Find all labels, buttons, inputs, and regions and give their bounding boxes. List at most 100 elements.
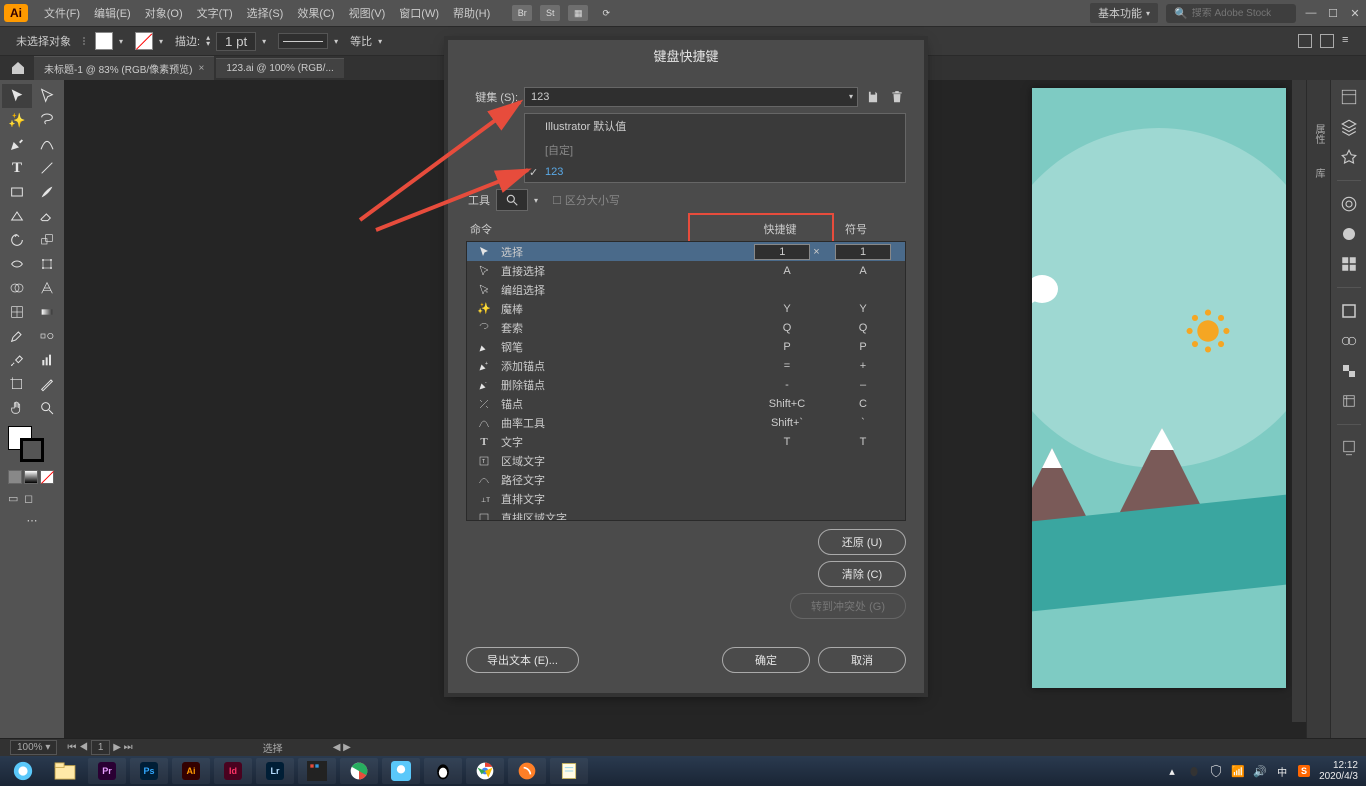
clear-button[interactable]: 清除 (C) xyxy=(818,561,906,587)
scale-tool[interactable] xyxy=(32,228,62,252)
cmd-row-direct-selection[interactable]: 直接选择AA xyxy=(467,261,905,280)
menu-select[interactable]: 选择(S) xyxy=(241,1,290,25)
taskbar-app-4[interactable] xyxy=(508,758,546,784)
taskbar-chrome-icon[interactable] xyxy=(466,758,504,784)
taskbar-app-1[interactable] xyxy=(298,758,336,784)
cmd-row-area-type[interactable]: T区域文字 xyxy=(467,451,905,470)
gpu-icon[interactable]: ⟳ xyxy=(596,5,616,21)
taskbar-app-3[interactable] xyxy=(382,758,420,784)
keyset-option-123[interactable]: 123 xyxy=(525,162,905,182)
cmd-row-delete-anchor[interactable]: -删除锚点-– xyxy=(467,375,905,394)
home-icon[interactable] xyxy=(10,60,26,76)
cmd-row-selection[interactable]: 选择 × xyxy=(467,242,905,261)
perspective-tool[interactable] xyxy=(32,276,62,300)
command-list[interactable]: 选择 × 直接选择AA 编组选择 ✨魔棒YY 套索QQ 钢笔PP +添加锚点=+… xyxy=(466,241,906,521)
keyset-option-default[interactable]: Illustrator 默认值 xyxy=(525,114,905,138)
artboard-scroll-toggle[interactable]: ◀ ▶ xyxy=(333,742,351,753)
shape-builder-tool[interactable] xyxy=(2,276,32,300)
color-panel-icon[interactable] xyxy=(1338,223,1360,245)
menu-object[interactable]: 对象(O) xyxy=(139,1,189,25)
minimize-button[interactable]: — xyxy=(1304,6,1318,20)
cmd-row-group-selection[interactable]: 编组选择 xyxy=(467,280,905,299)
bridge-icon[interactable]: Br xyxy=(512,5,532,21)
symbol-sprayer-tool[interactable] xyxy=(2,348,32,372)
tray-expand-icon[interactable]: ▴ xyxy=(1165,764,1179,778)
delete-keyset-icon[interactable] xyxy=(888,88,906,106)
eraser-tool[interactable] xyxy=(32,204,62,228)
stroke-swatch[interactable] xyxy=(135,32,153,50)
width-tool[interactable] xyxy=(2,252,32,276)
uniform-label[interactable]: 等比 xyxy=(350,33,372,49)
menu-window[interactable]: 窗口(W) xyxy=(393,1,445,25)
properties-panel-icon[interactable] xyxy=(1338,86,1360,108)
line-tool[interactable] xyxy=(32,156,62,180)
cmd-row-vertical-area-type[interactable]: 直排区域文字 xyxy=(467,508,905,521)
tray-qq-icon[interactable] xyxy=(1187,764,1201,778)
taskbar-premiere-icon[interactable]: Pr xyxy=(88,758,126,784)
brush-preview[interactable] xyxy=(278,33,328,49)
magic-wand-tool[interactable]: ✨ xyxy=(2,108,32,132)
taskbar-browser-icon[interactable] xyxy=(4,758,42,784)
stock-icon[interactable]: St xyxy=(540,5,560,21)
lasso-tool[interactable] xyxy=(32,108,62,132)
gradient-panel-icon[interactable] xyxy=(1338,330,1360,352)
type-tool[interactable]: T xyxy=(2,156,32,180)
taskbar-app-2[interactable] xyxy=(340,758,378,784)
keyset-option-custom[interactable]: [自定] xyxy=(525,138,905,162)
cmd-row-vertical-type[interactable]: ⊥T直排文字 xyxy=(467,489,905,508)
undo-button[interactable]: 还原 (U) xyxy=(818,529,906,555)
tray-sogou-icon[interactable]: S xyxy=(1297,764,1311,778)
taskbar-explorer-icon[interactable] xyxy=(46,758,84,784)
tab-close-icon[interactable]: × xyxy=(199,63,205,74)
vertical-scrollbar[interactable] xyxy=(1292,80,1306,722)
direct-selection-tool[interactable] xyxy=(32,84,62,108)
transparency-panel-icon[interactable] xyxy=(1338,360,1360,382)
cmd-row-lasso[interactable]: 套索QQ xyxy=(467,318,905,337)
edit-toolbar-icon[interactable]: ⋯ xyxy=(2,510,62,531)
keyset-dropdown[interactable]: 123▾ xyxy=(524,87,858,107)
fill-swatch[interactable] xyxy=(95,32,113,50)
maximize-button[interactable]: ☐ xyxy=(1326,6,1340,20)
layers-panel-icon[interactable] xyxy=(1338,116,1360,138)
taskbar-indesign-icon[interactable]: Id xyxy=(214,758,252,784)
pen-tool[interactable] xyxy=(2,132,32,156)
libraries-tab[interactable]: 库 xyxy=(1311,164,1326,182)
screen-mode-row[interactable]: ▭ ◻ xyxy=(2,488,62,510)
stroke-dropdown[interactable]: ▾ xyxy=(159,37,169,46)
stroke-panel-icon[interactable] xyxy=(1338,300,1360,322)
menu-edit[interactable]: 编辑(E) xyxy=(88,1,137,25)
stock-search-input[interactable] xyxy=(1192,8,1288,19)
menu-effect[interactable]: 效果(C) xyxy=(291,1,340,25)
cmd-row-magic-wand[interactable]: ✨魔棒YY xyxy=(467,299,905,318)
menu-help[interactable]: 帮助(H) xyxy=(447,1,496,25)
menu-file[interactable]: 文件(F) xyxy=(38,1,86,25)
fill-stroke-indicator[interactable] xyxy=(2,424,62,466)
tray-network-icon[interactable]: 📶 xyxy=(1231,764,1245,778)
curvature-tool[interactable] xyxy=(32,132,62,156)
graph-tool[interactable] xyxy=(32,348,62,372)
workspace-switcher[interactable]: 基本功能▾ xyxy=(1090,3,1158,23)
panel-menu-icon[interactable]: ≡ xyxy=(1342,34,1356,48)
ok-button[interactable]: 确定 xyxy=(722,647,810,673)
search-shortcuts-button[interactable] xyxy=(496,189,528,211)
swatches-panel-icon[interactable] xyxy=(1338,253,1360,275)
free-transform-tool[interactable] xyxy=(32,252,62,276)
zoom-tool[interactable] xyxy=(32,396,62,420)
document-tab-1[interactable]: 未标题-1 @ 83% (RGB/像素预览)× xyxy=(34,56,214,80)
save-keyset-icon[interactable] xyxy=(864,88,882,106)
appearance-panel-icon[interactable] xyxy=(1338,390,1360,412)
gradient-tool[interactable] xyxy=(32,300,62,324)
cmd-row-curvature[interactable]: 曲率工具Shift+`` xyxy=(467,413,905,432)
menu-type[interactable]: 文字(T) xyxy=(191,1,239,25)
cmd-row-pen[interactable]: 钢笔PP xyxy=(467,337,905,356)
hand-tool[interactable] xyxy=(2,396,32,420)
adobe-stock-search[interactable]: 🔍 xyxy=(1166,4,1296,23)
cmd-row-add-anchor[interactable]: +添加锚点=+ xyxy=(467,356,905,375)
paintbrush-tool[interactable] xyxy=(32,180,62,204)
color-mode-row[interactable] xyxy=(2,466,62,488)
properties-tab[interactable]: 属性 xyxy=(1311,120,1326,148)
transform-icon[interactable] xyxy=(1320,34,1334,48)
shortcut-input[interactable] xyxy=(754,244,810,260)
eyedropper-tool[interactable] xyxy=(2,324,32,348)
selection-tool[interactable] xyxy=(2,84,32,108)
